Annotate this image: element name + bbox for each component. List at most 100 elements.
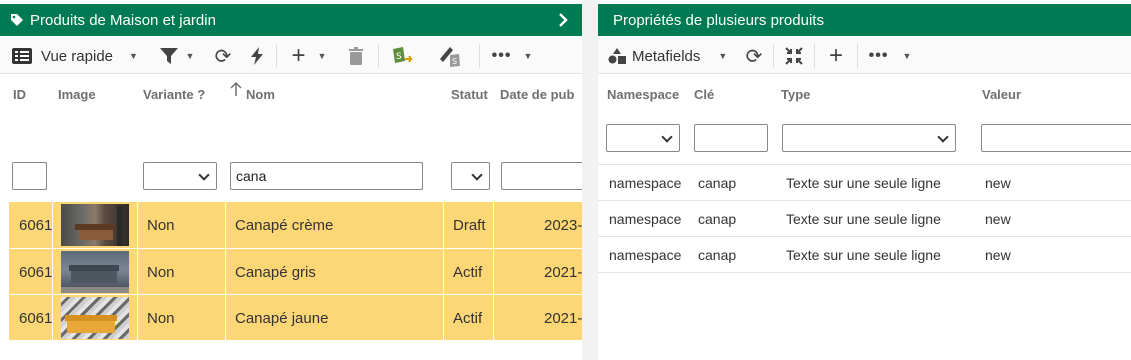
key-filter-input[interactable] xyxy=(694,124,768,152)
view-selector[interactable]: Vue rapide ▼ xyxy=(12,38,142,74)
row-namespace: namespace xyxy=(609,175,682,191)
row-variant: Non xyxy=(137,249,226,295)
products-toolbar: Vue rapide ▼ ▼ ⟳ + ▼ S S ••• ▼ xyxy=(0,38,582,74)
metafields-selector[interactable]: Metafields ▼ xyxy=(608,38,733,74)
bolt-icon xyxy=(250,47,264,65)
toolbar-separator xyxy=(857,44,858,68)
svg-text:S: S xyxy=(396,52,402,62)
refresh-icon: ⟳ xyxy=(745,45,763,68)
table-row[interactable]: 6061 Non Canapé crème Draft 2023- xyxy=(9,202,582,248)
row-date: 2023- xyxy=(544,216,582,234)
date-filter-input[interactable] xyxy=(501,162,582,190)
more-icon: ••• xyxy=(868,47,889,64)
value-filter-input[interactable] xyxy=(981,124,1131,152)
row-value: new xyxy=(985,175,1011,191)
row-type: Texte sur une seule ligne xyxy=(786,175,941,191)
type-filter-select[interactable] xyxy=(782,124,956,152)
table-row[interactable]: 6061 Non Canapé gris Actif 2021- xyxy=(9,248,582,295)
product-image xyxy=(61,204,129,246)
chevron-down-icon: ▼ xyxy=(718,51,728,61)
filter-icon xyxy=(159,48,178,64)
properties-panel-title: Propriétés de plusieurs produits xyxy=(613,11,824,29)
row-key: canap xyxy=(698,175,737,191)
column-header-namespace[interactable]: Namespace xyxy=(607,87,679,102)
chevron-down-icon: ▼ xyxy=(317,51,327,61)
more-button[interactable]: ••• ▼ xyxy=(487,38,537,74)
column-header-value[interactable]: Valeur xyxy=(982,87,1021,102)
row-variant: Non xyxy=(137,202,226,248)
tag-icon xyxy=(10,13,24,27)
add-button[interactable]: + xyxy=(822,38,850,74)
column-header-key[interactable]: Clé xyxy=(694,87,714,102)
column-header-type[interactable]: Type xyxy=(781,87,810,102)
row-name: Canapé crème xyxy=(226,202,444,248)
column-header-id[interactable]: ID xyxy=(13,87,26,102)
row-namespace: namespace xyxy=(609,211,682,227)
toolbar-separator xyxy=(276,44,277,68)
chevron-down-icon: ▼ xyxy=(902,51,912,61)
svg-text:S: S xyxy=(452,57,457,66)
id-filter-input[interactable] xyxy=(12,162,47,190)
trash-icon xyxy=(349,47,363,65)
chevron-down-icon: ▼ xyxy=(185,51,195,61)
row-value: new xyxy=(985,211,1011,227)
shopify-edit-button[interactable]: S xyxy=(434,38,468,74)
chevron-down-icon: ▼ xyxy=(129,51,138,61)
shopify-export-icon: S xyxy=(390,45,416,67)
table-row[interactable]: 6061 Non Canapé jaune Actif 2021- xyxy=(9,294,582,341)
compress-icon xyxy=(785,47,803,65)
column-header-status[interactable]: Statut xyxy=(451,87,488,102)
chevron-down-icon: ▼ xyxy=(523,51,533,61)
products-panel-header: Produits de Maison et jardin xyxy=(0,4,582,36)
bolt-button[interactable] xyxy=(243,38,271,74)
toolbar-separator xyxy=(479,44,480,68)
more-button[interactable]: ••• ▼ xyxy=(864,38,916,74)
table-row[interactable]: namespace canap Texte sur une seule lign… xyxy=(598,237,1131,273)
table-row[interactable]: namespace canap Texte sur une seule lign… xyxy=(598,201,1131,237)
row-id: 6061 xyxy=(9,202,53,248)
toolbar-separator xyxy=(814,44,815,68)
shopify-edit-icon: S xyxy=(438,45,464,67)
more-icon: ••• xyxy=(491,47,512,64)
row-value: new xyxy=(985,247,1011,263)
row-id: 6061 xyxy=(9,295,53,341)
add-button[interactable]: + ▼ xyxy=(284,38,334,74)
column-header-variant[interactable]: Variante ? xyxy=(143,87,205,102)
refresh-icon: ⟳ xyxy=(214,45,232,68)
metafields-label: Metafields xyxy=(632,47,701,65)
row-key: canap xyxy=(698,211,737,227)
status-filter-select[interactable] xyxy=(451,162,490,190)
product-image xyxy=(61,297,129,339)
products-panel: Produits de Maison et jardin Vue rapide … xyxy=(0,0,582,360)
plus-icon: + xyxy=(291,42,306,69)
table-row[interactable]: namespace canap Texte sur une seule lign… xyxy=(598,165,1131,201)
toolbar-separator xyxy=(773,44,774,68)
row-type: Texte sur une seule ligne xyxy=(786,211,941,227)
row-date: 2021- xyxy=(544,263,582,281)
row-namespace: namespace xyxy=(609,247,682,263)
column-header-name[interactable]: Nom xyxy=(246,87,275,102)
row-type: Texte sur une seule ligne xyxy=(786,247,941,263)
products-panel-title: Produits de Maison et jardin xyxy=(30,11,216,29)
row-date: 2021- xyxy=(544,309,582,327)
refresh-button[interactable]: ⟳ xyxy=(740,38,768,74)
shapes-icon xyxy=(608,48,626,64)
column-header-date[interactable]: Date de pub xyxy=(500,87,574,102)
row-key: canap xyxy=(698,247,737,263)
delete-button[interactable] xyxy=(342,38,370,74)
properties-toolbar: Metafields ▼ ⟳ + ••• ▼ xyxy=(598,38,1131,74)
chevron-right-icon[interactable] xyxy=(558,12,568,28)
row-id: 6061 xyxy=(9,249,53,295)
compress-button[interactable] xyxy=(780,38,808,74)
row-variant: Non xyxy=(137,295,226,341)
properties-panel: Propriétés de plusieurs produits Metafie… xyxy=(598,0,1131,360)
namespace-filter-select[interactable] xyxy=(606,124,680,152)
name-filter-input[interactable]: cana xyxy=(230,162,423,190)
filter-button[interactable]: ▼ xyxy=(152,38,202,74)
sort-up-icon xyxy=(230,82,242,96)
row-status: Actif xyxy=(444,295,494,341)
variant-filter-select[interactable] xyxy=(143,162,217,190)
shopify-export-button[interactable]: S xyxy=(386,38,420,74)
refresh-button[interactable]: ⟳ xyxy=(209,38,237,74)
column-header-image[interactable]: Image xyxy=(58,87,96,102)
